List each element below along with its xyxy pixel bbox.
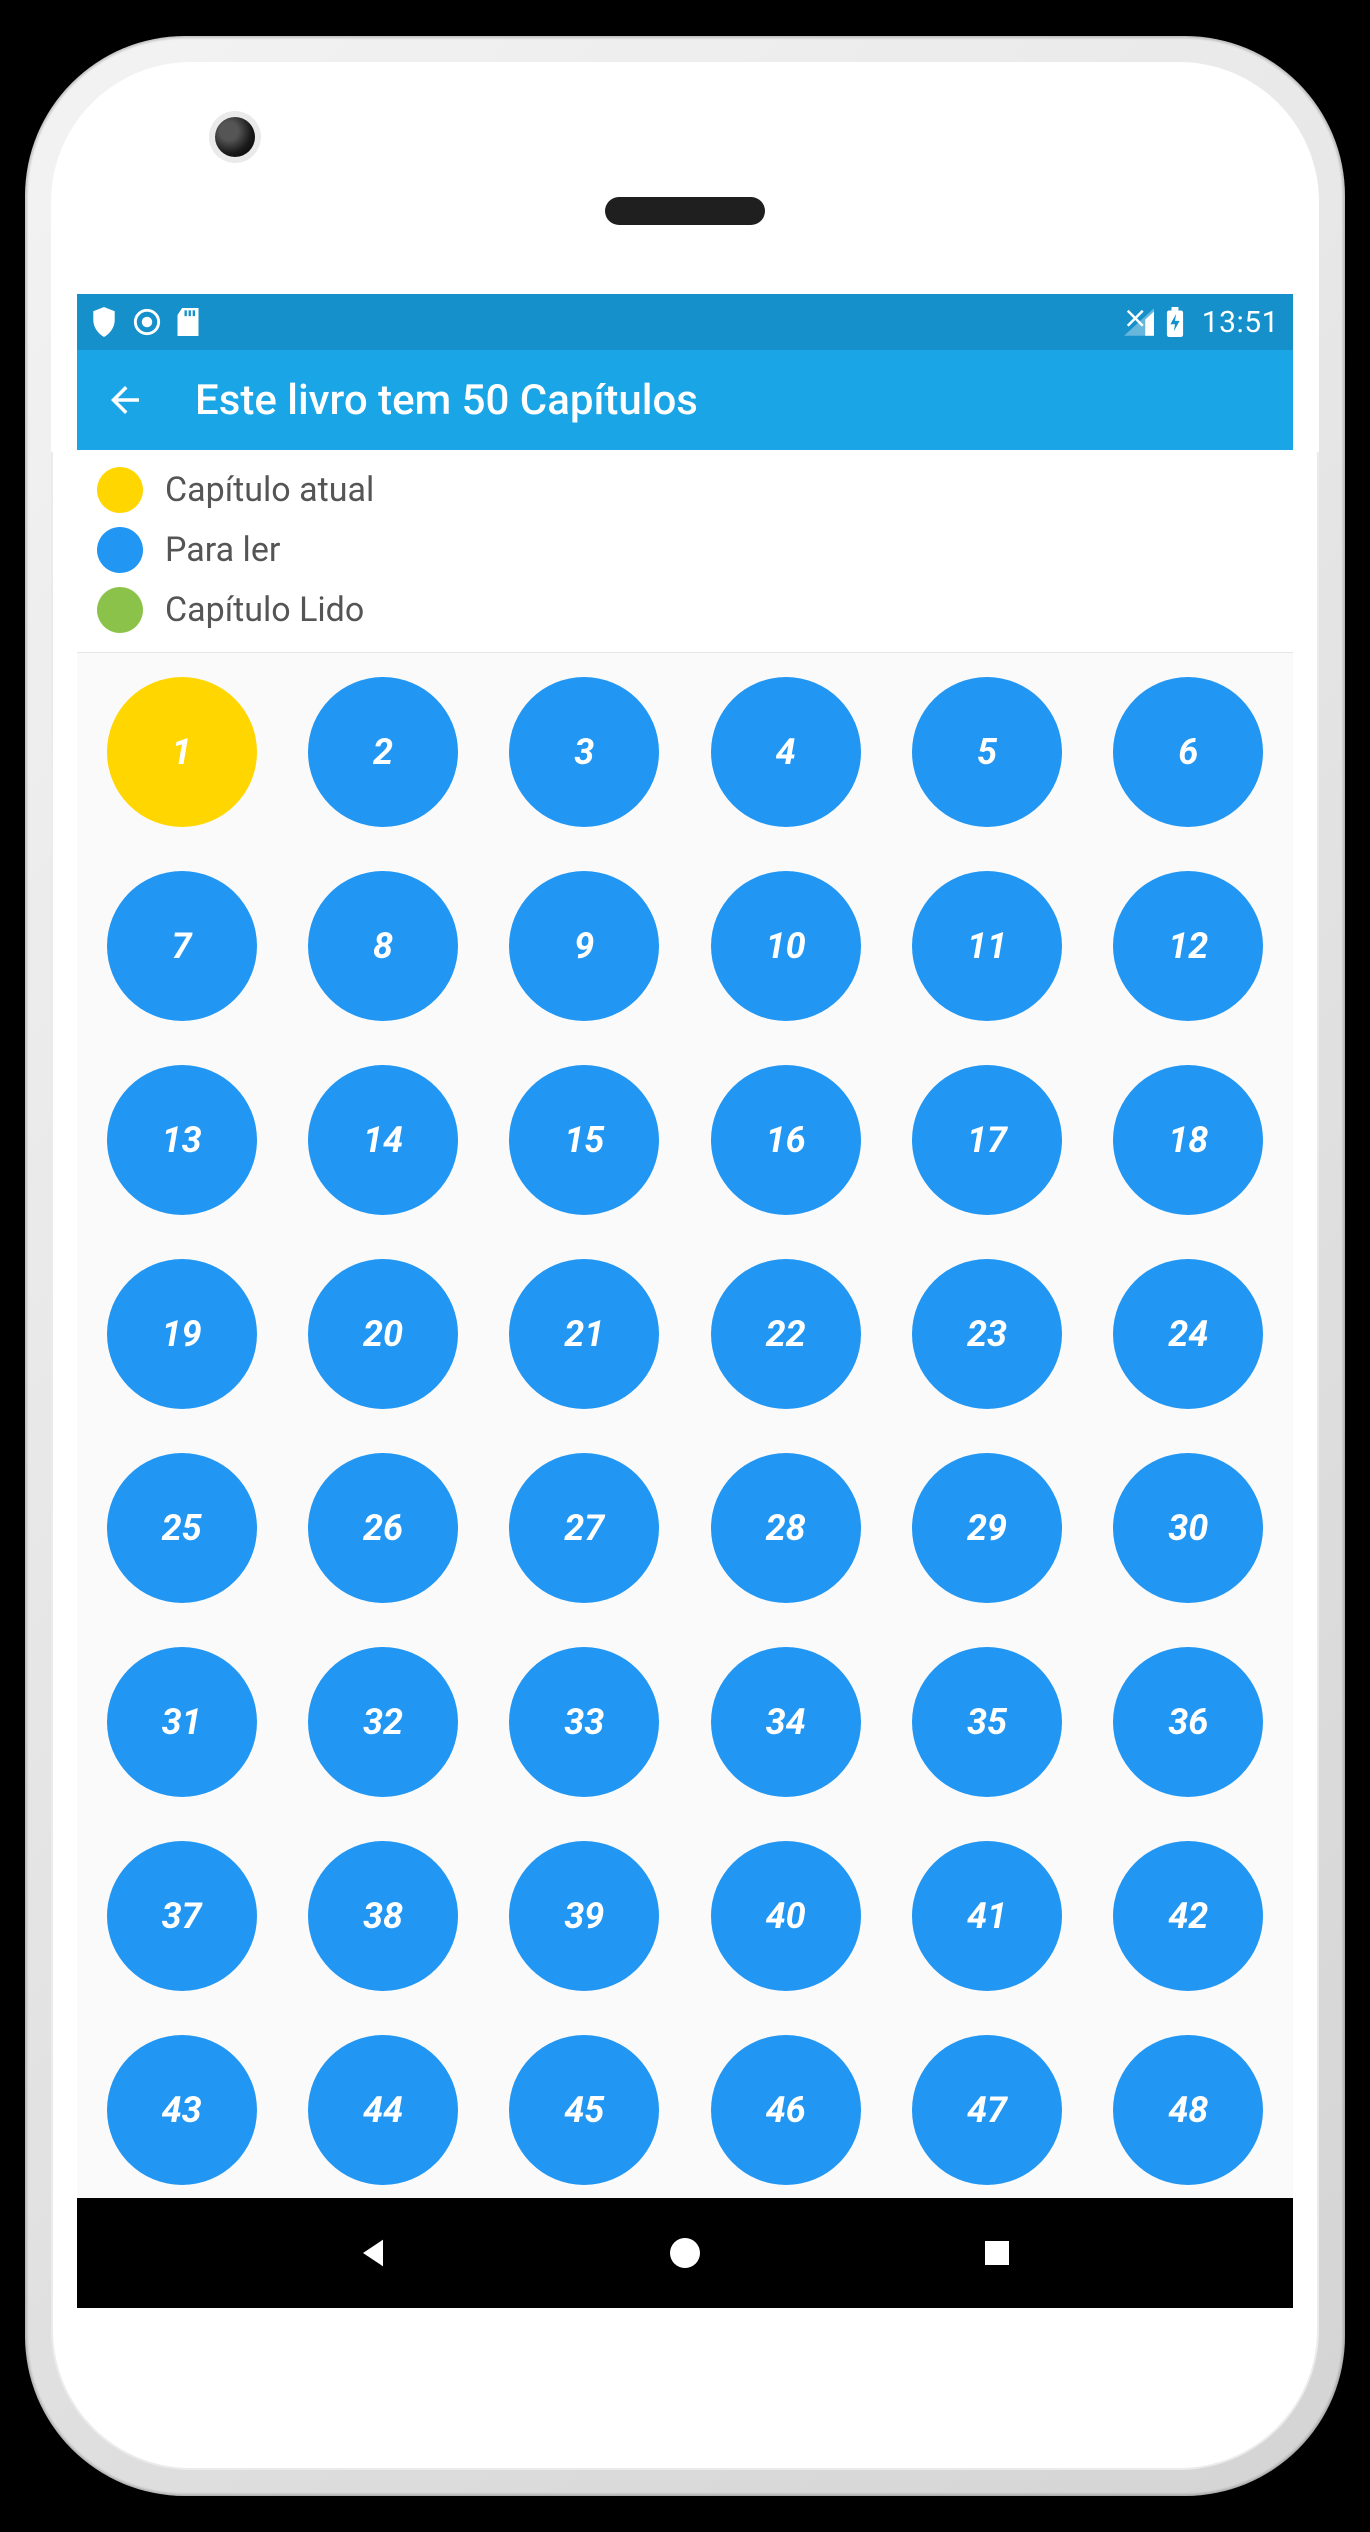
chapter-chip[interactable]: 26 xyxy=(308,1453,458,1603)
chapter-chip[interactable]: 11 xyxy=(912,871,1062,1021)
chapter-chip[interactable]: 25 xyxy=(107,1453,257,1603)
shield-icon xyxy=(91,307,117,337)
chapter-chip[interactable]: 1 xyxy=(107,677,257,827)
swatch-current xyxy=(97,467,143,513)
swatch-read xyxy=(97,587,143,633)
back-button[interactable] xyxy=(101,376,149,424)
chapter-chip[interactable]: 27 xyxy=(509,1453,659,1603)
battery-charging-icon xyxy=(1166,307,1184,337)
chapter-chip[interactable]: 32 xyxy=(308,1647,458,1797)
chapter-chip[interactable]: 28 xyxy=(711,1453,861,1603)
page-title: Este livro tem 50 Capítulos xyxy=(195,376,698,425)
chapter-chip[interactable]: 45 xyxy=(509,2035,659,2185)
nav-home-button[interactable] xyxy=(657,2225,713,2281)
front-camera xyxy=(215,117,255,157)
nav-back-button[interactable] xyxy=(345,2225,401,2281)
arrow-left-icon xyxy=(104,379,146,421)
chapter-chip[interactable]: 40 xyxy=(711,1841,861,1991)
chapter-chip[interactable]: 44 xyxy=(308,2035,458,2185)
chapter-chip[interactable]: 42 xyxy=(1113,1841,1263,1991)
app-bar: Este livro tem 50 Capítulos xyxy=(77,350,1293,450)
chapter-chip[interactable]: 19 xyxy=(107,1259,257,1409)
chapter-chip[interactable]: 24 xyxy=(1113,1259,1263,1409)
legend-label-read: Capítulo Lido xyxy=(165,590,364,630)
legend: Capítulo atual Para ler Capítulo Lido xyxy=(77,450,1293,653)
chapter-chip[interactable]: 2 xyxy=(308,677,458,827)
chapter-chip[interactable]: 4 xyxy=(711,677,861,827)
chapter-chip[interactable]: 16 xyxy=(711,1065,861,1215)
chapter-chip[interactable]: 21 xyxy=(509,1259,659,1409)
screen: 13:51 Este livro tem 50 Capítulos Capítu… xyxy=(77,294,1293,2308)
chapter-chip[interactable]: 48 xyxy=(1113,2035,1263,2185)
chapter-chip[interactable]: 9 xyxy=(509,871,659,1021)
legend-item-current: Capítulo atual xyxy=(97,460,1273,520)
nav-recent-button[interactable] xyxy=(969,2225,1025,2281)
chapter-chip[interactable]: 22 xyxy=(711,1259,861,1409)
chapter-chip[interactable]: 23 xyxy=(912,1259,1062,1409)
legend-item-read: Capítulo Lido xyxy=(97,580,1273,640)
no-signal-icon xyxy=(1124,308,1154,336)
chapter-chip[interactable]: 34 xyxy=(711,1647,861,1797)
legend-item-to-read: Para ler xyxy=(97,520,1273,580)
chapter-chip[interactable]: 30 xyxy=(1113,1453,1263,1603)
sd-card-icon xyxy=(177,308,199,336)
status-clock: 13:51 xyxy=(1202,305,1279,340)
phone-inner: 13:51 Este livro tem 50 Capítulos Capítu… xyxy=(51,62,1319,2470)
chapter-chip[interactable]: 35 xyxy=(912,1647,1062,1797)
chapter-chip[interactable]: 43 xyxy=(107,2035,257,2185)
square-recent-icon xyxy=(979,2235,1015,2271)
chapter-chip[interactable]: 33 xyxy=(509,1647,659,1797)
legend-label-to-read: Para ler xyxy=(165,530,280,570)
chapter-chip[interactable]: 38 xyxy=(308,1841,458,1991)
chapter-chip[interactable]: 17 xyxy=(912,1065,1062,1215)
chapter-grid: 1234567891011121314151617181920212223242… xyxy=(95,677,1275,2198)
chapter-chip[interactable]: 13 xyxy=(107,1065,257,1215)
legend-label-current: Capítulo atual xyxy=(165,470,374,510)
chapter-chip[interactable]: 36 xyxy=(1113,1647,1263,1797)
chapter-chip[interactable]: 8 xyxy=(308,871,458,1021)
chapter-chip[interactable]: 20 xyxy=(308,1259,458,1409)
chapter-chip[interactable]: 39 xyxy=(509,1841,659,1991)
chapter-chip[interactable]: 10 xyxy=(711,871,861,1021)
chapter-chip[interactable]: 41 xyxy=(912,1841,1062,1991)
chapter-chip[interactable]: 3 xyxy=(509,677,659,827)
chapter-grid-container: 1234567891011121314151617181920212223242… xyxy=(77,653,1293,2198)
chapter-chip[interactable]: 31 xyxy=(107,1647,257,1797)
chapter-chip[interactable]: 37 xyxy=(107,1841,257,1991)
chapter-chip[interactable]: 5 xyxy=(912,677,1062,827)
swatch-to-read xyxy=(97,527,143,573)
circle-home-icon xyxy=(665,2233,705,2273)
triangle-back-icon xyxy=(353,2233,393,2273)
phone-frame: 13:51 Este livro tem 50 Capítulos Capítu… xyxy=(25,36,1345,2496)
chapter-chip[interactable]: 12 xyxy=(1113,871,1263,1021)
target-icon xyxy=(133,308,161,336)
chapter-chip[interactable]: 18 xyxy=(1113,1065,1263,1215)
phone-bezel-top xyxy=(51,62,1319,292)
chapter-chip[interactable]: 14 xyxy=(308,1065,458,1215)
chapter-chip[interactable]: 29 xyxy=(912,1453,1062,1603)
chapter-chip[interactable]: 15 xyxy=(509,1065,659,1215)
chapter-chip[interactable]: 47 xyxy=(912,2035,1062,2185)
chapter-chip[interactable]: 7 xyxy=(107,871,257,1021)
earpiece-speaker xyxy=(605,197,765,225)
android-nav-bar xyxy=(77,2198,1293,2308)
chapter-chip[interactable]: 6 xyxy=(1113,677,1263,827)
chapter-chip[interactable]: 46 xyxy=(711,2035,861,2185)
android-status-bar: 13:51 xyxy=(77,294,1293,350)
